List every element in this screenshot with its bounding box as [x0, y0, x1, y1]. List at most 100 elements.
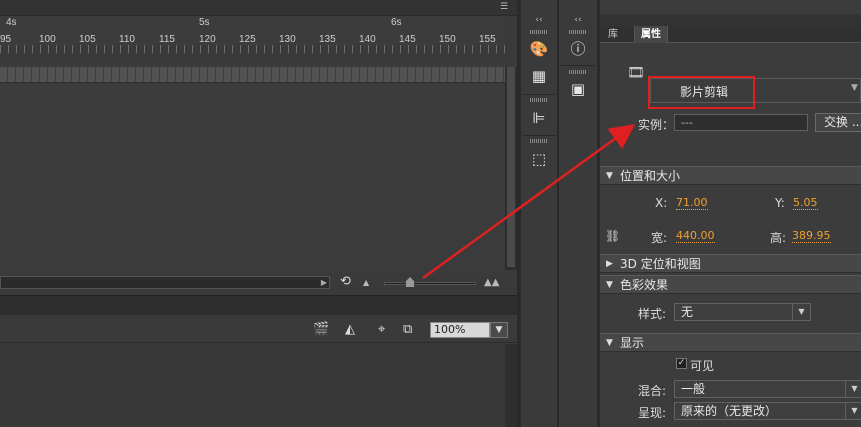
section-label: 位置和大小: [620, 169, 681, 183]
ruler-frame-number: 105: [79, 34, 96, 45]
link-icon[interactable]: ⛓: [605, 229, 620, 243]
swatches-icon[interactable]: ▦: [529, 66, 549, 86]
ruler-frame-number: 140: [359, 34, 376, 45]
ruler-frame-number: 145: [399, 34, 416, 45]
section-color-effect[interactable]: ▼ 色彩效果: [600, 275, 861, 294]
align-icon[interactable]: ⊫: [529, 108, 549, 128]
grip-icon[interactable]: [569, 30, 587, 34]
visible-label: 可见: [690, 359, 715, 373]
render-label: 呈现:: [638, 406, 667, 420]
timeline-layers-area[interactable]: [0, 83, 505, 273]
edit-scene-icon[interactable]: 🎬: [313, 322, 329, 338]
tool-dock-2: ‹‹ ⓘ ▣: [559, 0, 597, 427]
center-stage-icon[interactable]: ⌖: [378, 322, 385, 338]
zoom-in-icon[interactable]: ▲▲: [484, 277, 502, 288]
divider: [523, 135, 555, 136]
highlight-box: [648, 76, 755, 109]
chevron-down-icon[interactable]: ▼: [845, 402, 861, 420]
color-palette-icon[interactable]: 🎨: [529, 39, 549, 59]
tool-dock-1: ‹‹ 🎨 ▦ ⊫ ⬚: [521, 0, 557, 427]
ruler-frame-number: 110: [119, 34, 135, 45]
grip-icon[interactable]: [530, 30, 548, 34]
color-style-dropdown[interactable]: 无 ▼: [674, 303, 811, 321]
section-3d-position[interactable]: ▶ 3D 定位和视图: [600, 254, 861, 273]
scrollbar-thumb[interactable]: [507, 67, 515, 267]
panel-header-bar: [600, 14, 861, 26]
grip-icon[interactable]: [530, 98, 548, 102]
edit-symbol-icon[interactable]: ◭: [345, 322, 355, 338]
ruler-frame-number: 150: [439, 34, 456, 45]
collapse-icon[interactable]: ‹‹: [559, 15, 597, 27]
grip-icon[interactable]: [530, 139, 548, 143]
panel-menu-icon[interactable]: ☰: [500, 3, 510, 12]
y-label: Y:: [775, 196, 785, 210]
collapse-icon[interactable]: ‹‹: [521, 15, 557, 27]
x-value[interactable]: 71.00: [676, 197, 708, 210]
grip-icon[interactable]: [569, 70, 587, 74]
timeline-vertical-scrollbar[interactable]: [505, 67, 517, 270]
height-label: 高:: [770, 231, 787, 245]
timeline-ruler[interactable]: 4s 5s 6s 95 100 105 110 115 120 125 130 …: [0, 16, 505, 46]
clip-stage-icon[interactable]: ⧉: [403, 322, 412, 338]
chevron-down-icon[interactable]: ▼: [845, 380, 861, 398]
x-label: X:: [655, 196, 668, 210]
library-panel-icon[interactable]: ▣: [568, 79, 588, 99]
section-display[interactable]: ▼ 显示: [600, 333, 861, 352]
section-label: 3D 定位和视图: [620, 257, 701, 271]
section-position-size[interactable]: ▼ 位置和大小: [600, 166, 861, 185]
timeline-frames[interactable]: [0, 67, 505, 83]
height-value[interactable]: 389.95: [792, 230, 831, 243]
ruler-frame-number: 125: [239, 34, 256, 45]
ruler-frame-number: 100: [39, 34, 56, 45]
blend-value: 一般: [681, 382, 706, 396]
ruler-frame-number: 155: [479, 34, 496, 45]
width-value[interactable]: 440.00: [676, 230, 715, 243]
color-style-value: 无: [681, 305, 694, 319]
expanded-triangle-icon: ▼: [606, 171, 613, 181]
ruler-second-label: 6s: [391, 17, 402, 28]
ruler-frame-number: 135: [319, 34, 336, 45]
y-value[interactable]: 5.05: [793, 197, 818, 210]
expanded-triangle-icon: ▼: [606, 338, 613, 348]
loop-icon[interactable]: ⟲: [340, 275, 354, 289]
render-dropdown[interactable]: 原来的（无更改） ▼: [674, 402, 861, 420]
ruler-second-label: 5s: [199, 17, 210, 28]
swap-button[interactable]: 交换 ...: [815, 113, 861, 132]
ruler-frame-number: 115: [159, 34, 175, 45]
divider: [523, 94, 555, 95]
instance-label: 实例：: [638, 118, 675, 132]
section-label: 色彩效果: [620, 278, 669, 292]
chevron-down-icon[interactable]: ▼: [792, 303, 810, 321]
timeline-header: ☰: [0, 0, 518, 16]
chevron-down-icon[interactable]: ▼: [851, 83, 858, 93]
transform-icon[interactable]: ⬚: [529, 149, 549, 169]
timeline-zoom-slider[interactable]: [384, 282, 476, 285]
render-value: 原来的（无更改）: [681, 404, 778, 418]
ruler-frame-number: 130: [279, 34, 296, 45]
instance-name-input[interactable]: ---: [674, 114, 808, 131]
ruler-ticks: [0, 45, 505, 53]
scroll-right-icon[interactable]: ▶: [318, 276, 330, 289]
expanded-triangle-icon: ▼: [606, 280, 613, 290]
timeline-horizontal-scrollbar[interactable]: [0, 276, 330, 289]
ruler-frame-number: 120: [199, 34, 216, 45]
blend-dropdown[interactable]: 一般 ▼: [674, 380, 861, 398]
stage-canvas[interactable]: [0, 344, 505, 427]
tab-properties[interactable]: 属性: [634, 26, 668, 43]
visible-checkbox[interactable]: ✓: [676, 358, 687, 369]
info-icon[interactable]: ⓘ: [568, 39, 588, 59]
ruler-frame-number: 95: [0, 34, 12, 45]
zoom-input[interactable]: 100%: [430, 322, 490, 338]
divider: [561, 65, 595, 66]
ruler-second-label: 4s: [6, 17, 17, 28]
width-label: 宽:: [651, 231, 668, 245]
blend-label: 混合:: [638, 384, 667, 398]
zoom-out-icon[interactable]: ▲: [363, 278, 373, 287]
style-label: 样式:: [638, 307, 667, 321]
movie-clip-symbol-icon: 🎞: [627, 65, 645, 81]
collapsed-triangle-icon: ▶: [606, 259, 613, 269]
stage-vertical-scrollbar[interactable]: [505, 344, 517, 427]
panel-divider: [0, 295, 518, 315]
chevron-down-icon[interactable]: ▼: [490, 322, 508, 338]
tab-library[interactable]: 库: [602, 26, 624, 43]
